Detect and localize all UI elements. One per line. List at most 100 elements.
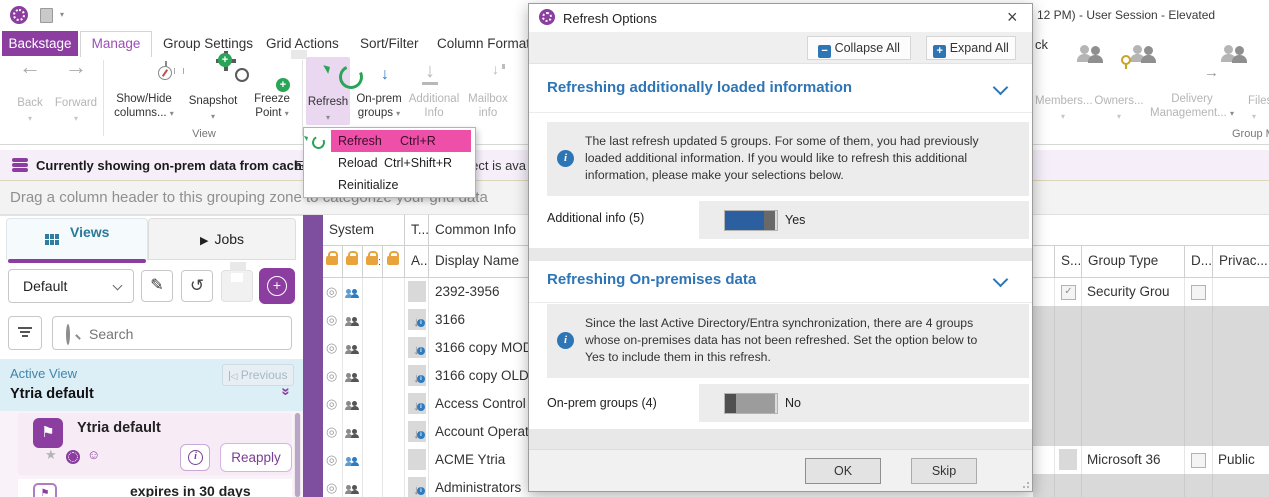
expand-all-button[interactable]: + Expand All	[926, 36, 1016, 60]
ytria-badge-icon	[66, 450, 80, 464]
tab-views[interactable]: Views	[6, 218, 148, 260]
group-header-system[interactable]: System	[323, 215, 405, 246]
filter-views-button[interactable]	[8, 316, 42, 350]
column-header-group-type[interactable]: Group Type	[1082, 246, 1185, 278]
members-label: Members...	[1035, 94, 1091, 108]
refresh-button[interactable]: Refresh ▾	[306, 57, 350, 125]
tab-sort-filter[interactable]: Sort/Filter	[360, 36, 419, 51]
column-header-lock-1[interactable]	[323, 246, 343, 278]
group-members-icon	[345, 314, 360, 326]
info-box: i The last refresh updated 5 groups. For…	[547, 122, 1029, 196]
checkbox-unchecked[interactable]	[1191, 453, 1206, 468]
group-header-t[interactable]: T...	[405, 215, 429, 246]
dialog-logo-icon	[539, 9, 555, 25]
additional-info-icon: ↓	[422, 60, 438, 85]
snapshot-caret-icon: ▾	[184, 110, 242, 124]
view-group-label: View	[106, 128, 302, 140]
snapshot-label: Snapshot	[184, 94, 242, 108]
owners-label: Owners...	[1094, 94, 1144, 108]
additional-info-toggle[interactable]	[724, 210, 778, 231]
dialog-title-bar[interactable]: Refresh Options ×	[529, 4, 1032, 32]
forward-button[interactable]: → Forward ▾	[52, 58, 100, 138]
column-header-lock-4[interactable]	[383, 246, 405, 278]
rename-view-button[interactable]: ✎	[141, 270, 173, 302]
section-header-additional-info[interactable]: Refreshing additionally loaded informati…	[529, 67, 1032, 113]
menu-item-reload[interactable]: Reload Ctrl+Shift+R	[304, 152, 475, 174]
menu-item-refresh[interactable]: Refresh Ctrl+R	[304, 130, 475, 152]
column-header-s[interactable]: S...	[1055, 246, 1082, 278]
view-list: ⚑ Ytria default ★ ☺ i Reapply ⚑ expires …	[0, 411, 303, 497]
view-info-button[interactable]: i	[180, 444, 210, 471]
group-header-blank	[1055, 215, 1269, 246]
refresh-caret-icon: ▾	[306, 111, 350, 125]
lock-icon	[346, 256, 358, 265]
on-prem-groups-button[interactable]: ↓ On-prem groups ▾	[352, 58, 406, 138]
tab-manage[interactable]: Manage	[80, 31, 152, 57]
quick-access-caret-icon[interactable]: ▾	[60, 10, 64, 19]
star-icon[interactable]: ★	[45, 447, 57, 463]
snapshot-button[interactable]: + Snapshot ▾	[184, 58, 242, 138]
column-header-lock-3[interactable]: :	[363, 246, 383, 278]
list-item-view[interactable]: ⚑ expires in 30 days	[18, 479, 292, 497]
menu-item-label: Reinitialize	[338, 178, 398, 192]
checkbox-unchecked[interactable]	[1191, 285, 1206, 300]
view-selector-dropdown[interactable]: Default	[8, 269, 134, 303]
info-circle-icon: i	[557, 150, 574, 167]
ok-button[interactable]: OK	[805, 458, 881, 484]
info-state-cell	[408, 449, 426, 470]
column-header-lock-2[interactable]	[343, 246, 363, 278]
target-icon: ◎	[326, 424, 337, 440]
close-icon[interactable]: ×	[1007, 7, 1018, 28]
show-hide-columns-label: Show/Hide columns...	[114, 93, 172, 119]
column-header-privacy[interactable]: Privac...	[1213, 246, 1269, 278]
info-circle-icon: i	[557, 332, 574, 349]
column-header-a[interactable]: A...	[405, 246, 429, 278]
scrollbar-thumb[interactable]	[295, 413, 300, 497]
on-prem-groups-toggle[interactable]	[724, 393, 778, 414]
collapse-chevron-icon[interactable]: »	[278, 387, 295, 395]
menu-item-shortcut: Ctrl+Shift+R	[384, 156, 452, 170]
display-name-cell: ACME Ytria	[429, 452, 505, 467]
resize-grip[interactable]	[1019, 478, 1029, 488]
delivery-arrow-icon: →	[1204, 66, 1219, 80]
target-icon: ◎	[326, 368, 337, 384]
show-hide-columns-button[interactable]: Show/Hide columns... ▾	[106, 58, 182, 138]
info-box: i Since the last Active Directory/Entra …	[547, 304, 1029, 378]
freeze-point-button[interactable]: + Freeze Point ▾	[244, 58, 300, 138]
section-header-on-premises[interactable]: Refreshing On-premises data	[529, 261, 1032, 303]
list-item-active-view[interactable]: ⚑ Ytria default ★ ☺ i Reapply	[18, 413, 292, 475]
tab-group-settings[interactable]: Group Settings	[163, 36, 253, 51]
reset-view-button[interactable]: ↺	[181, 270, 213, 302]
chevron-down-icon	[993, 272, 1009, 288]
list-item-title: expires in 30 days	[130, 483, 251, 497]
reapply-button[interactable]: Reapply	[220, 443, 292, 472]
back-label: Back	[8, 96, 52, 110]
refresh-dropdown-menu: Refresh Ctrl+R Reload Ctrl+Shift+R Reini…	[303, 127, 476, 198]
group-type-cell: Security Grou	[1082, 284, 1170, 299]
group-members-icon	[345, 286, 360, 298]
display-name-cell: 3166 copy MOD	[429, 340, 533, 355]
tab-jobs[interactable]: ▶Jobs	[148, 218, 296, 260]
grid-row-selector-strip	[303, 215, 323, 497]
target-icon: ◎	[326, 480, 337, 496]
delivery-caret-icon: ▾	[1230, 109, 1234, 118]
section-divider	[529, 248, 1032, 261]
security-checkbox-checked[interactable]: ✓	[1061, 285, 1076, 300]
filter-icon	[18, 325, 32, 339]
column-header-d[interactable]: D...	[1185, 246, 1213, 278]
chevron-down-icon	[993, 80, 1009, 96]
collapse-all-button[interactable]: − Collapse All	[807, 36, 911, 60]
section-heading: Refreshing additionally loaded informati…	[547, 79, 852, 96]
tab-column-format[interactable]: Column Format	[437, 36, 530, 51]
tab-backstage[interactable]: Backstage	[2, 31, 78, 56]
skip-button[interactable]: Skip	[911, 458, 977, 484]
list-scrollbar[interactable]	[294, 413, 301, 497]
previous-label: Previous	[241, 368, 288, 382]
tab-grid-actions[interactable]: Grid Actions	[266, 36, 339, 51]
menu-item-reinitialize[interactable]: Reinitialize	[304, 174, 475, 196]
dialog-footer: OK Skip	[529, 449, 1032, 491]
back-button[interactable]: ← Back ▾	[8, 58, 52, 138]
info-dot-icon: i	[417, 403, 425, 411]
add-view-button[interactable]: +	[259, 268, 295, 304]
search-input[interactable]	[87, 320, 287, 348]
